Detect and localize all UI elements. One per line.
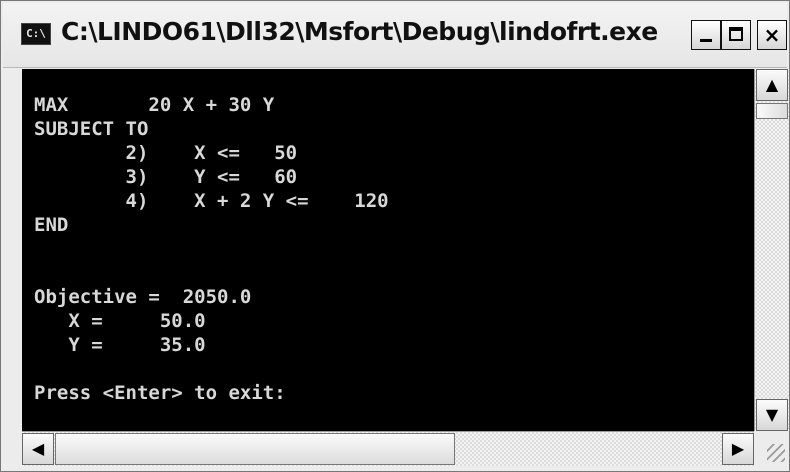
window-title: C:\LINDO61\Dll32\Msfort\Debug\lindofrt.e… <box>61 17 658 46</box>
window-left-border <box>3 69 22 465</box>
scroll-down-button[interactable]: ▼ <box>756 399 788 431</box>
vertical-scrollbar[interactable]: ▲ ▼ <box>754 69 789 431</box>
minimize-icon <box>700 39 712 42</box>
console-text: MAX 20 X + 30 Y SUBJECT TO 2) X <= 50 3)… <box>34 94 389 404</box>
horizontal-scrollbar[interactable]: ◀ ▶ <box>22 431 754 466</box>
close-icon: × <box>763 23 781 47</box>
scroll-left-button[interactable]: ◀ <box>22 433 54 465</box>
vertical-scroll-thumb[interactable] <box>756 103 788 119</box>
minimize-button[interactable] <box>691 20 721 50</box>
arrow-up-icon: ▲ <box>765 75 779 94</box>
console-app-icon[interactable]: C:\ <box>21 23 51 45</box>
close-button[interactable]: × <box>757 20 787 50</box>
scroll-up-button[interactable]: ▲ <box>756 69 788 101</box>
maximize-button[interactable] <box>721 20 751 50</box>
scroll-right-button[interactable]: ▶ <box>722 433 754 465</box>
maximize-icon <box>729 27 743 41</box>
arrow-right-icon: ▶ <box>731 439 745 458</box>
console-window: C:\ C:\LINDO61\Dll32\Msfort\Debug\lindof… <box>0 0 790 472</box>
console-output-area[interactable]: MAX 20 X + 30 Y SUBJECT TO 2) X <= 50 3)… <box>22 69 754 431</box>
arrow-down-icon: ▼ <box>765 405 779 424</box>
resize-grip-icon[interactable] <box>754 431 788 465</box>
title-bar[interactable]: C:\ C:\LINDO61\Dll32\Msfort\Debug\lindof… <box>3 3 787 68</box>
arrow-left-icon: ◀ <box>31 439 45 458</box>
horizontal-scroll-thumb[interactable] <box>55 433 455 465</box>
